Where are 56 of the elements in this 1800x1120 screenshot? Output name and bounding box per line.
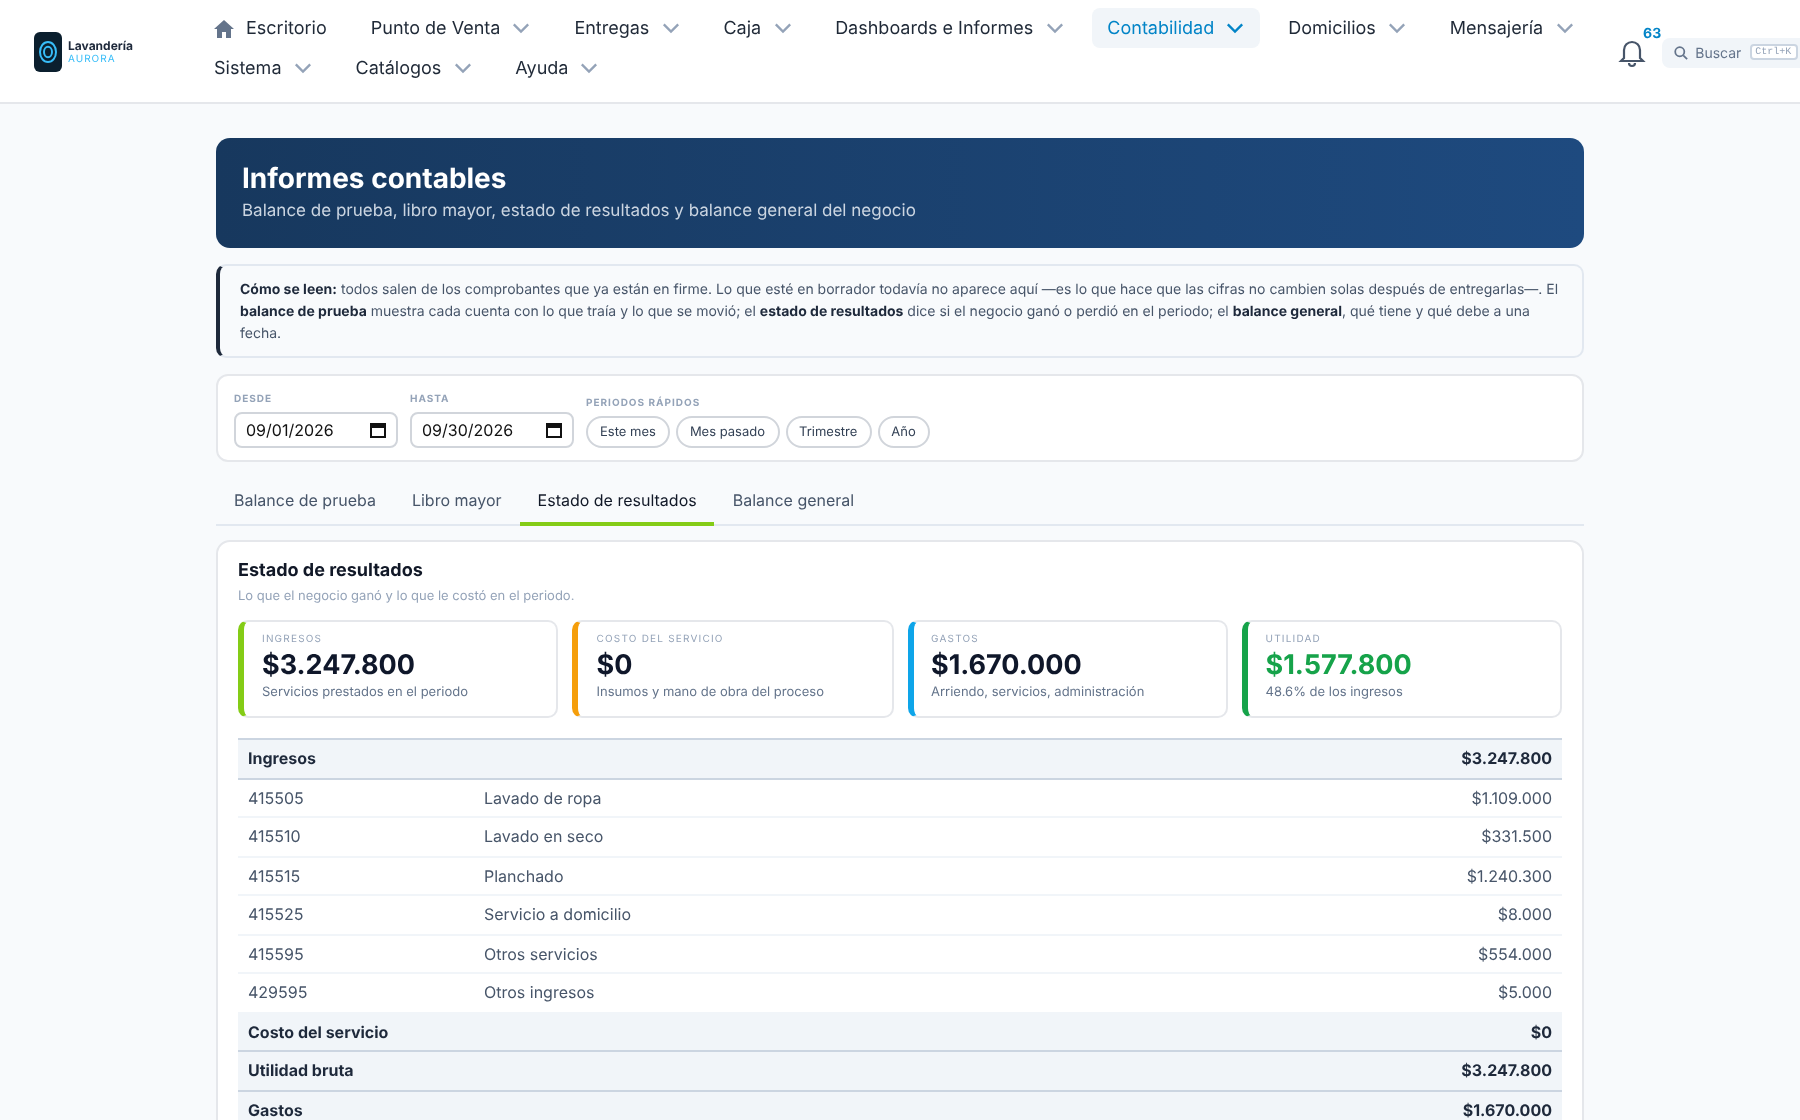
account-name: Otros servicios <box>474 934 1129 973</box>
section-label: Utilidad bruta <box>238 1051 1129 1090</box>
account-code: 415505 <box>238 778 474 817</box>
report-tab[interactable]: Balance de prueba <box>216 478 394 526</box>
calendar-icon[interactable] <box>546 422 562 438</box>
section-total: $3.247.800 <box>1128 739 1562 778</box>
nav-menu-item[interactable]: Caja <box>723 8 792 48</box>
page-subtitle: Balance de prueba, libro mayor, estado de resultados y balance general del negocio <box>242 202 918 222</box>
account-code: 415515 <box>238 856 474 895</box>
account-code: 429595 <box>238 973 474 1012</box>
nav-menu-item[interactable]: Escritorio <box>214 8 327 48</box>
page-title: Informes contables <box>242 162 509 196</box>
nav-menu-item[interactable]: Dashboards e Informes <box>835 8 1064 48</box>
nav-menu-item[interactable]: Domicilios <box>1288 8 1406 48</box>
calendar-icon[interactable] <box>370 422 386 438</box>
nav-menu-item[interactable]: Ayuda <box>515 48 599 88</box>
account-code: 415525 <box>238 895 474 934</box>
search-icon <box>1673 45 1688 59</box>
account-code: 415510 <box>238 817 474 856</box>
report-tab[interactable]: Estado de resultados <box>519 478 715 526</box>
account-name: Lavado en seco <box>474 817 1129 856</box>
account-amount: $8.000 <box>1128 895 1562 934</box>
card-value: $1.577.800 <box>1265 650 1414 682</box>
nav-menu-item[interactable]: Mensajería <box>1449 8 1574 48</box>
date-field[interactable]: 09/30/2026 <box>410 412 574 448</box>
account-amount: $1.240.300 <box>1128 856 1562 895</box>
card-value: $1.670.000 <box>931 650 1084 682</box>
card-value: $0 <box>596 650 635 682</box>
nav-menu-item[interactable]: Catálogos <box>355 48 472 88</box>
account-name: Lavado de ropa <box>474 778 1129 817</box>
account-amount: $1.109.000 <box>1128 778 1562 817</box>
account-name: Planchado <box>474 856 1129 895</box>
nav-menu-item[interactable]: Sistema <box>214 48 312 88</box>
section-total: $3.247.800 <box>1128 1051 1562 1090</box>
report-tab[interactable]: Balance general <box>714 478 873 526</box>
report-title: Estado de resultados <box>238 560 425 582</box>
account-name: Otros ingresos <box>474 973 1129 1012</box>
section-label: Gastos <box>238 1090 1129 1120</box>
account-name: Servicio a domicilio <box>474 895 1129 934</box>
account-code: 415595 <box>238 934 474 973</box>
report-tab[interactable]: Libro mayor <box>393 478 520 526</box>
section-total: $1.670.000 <box>1128 1090 1562 1120</box>
section-total: $0 <box>1128 1012 1562 1051</box>
nav-menu-item[interactable]: Entregas <box>574 8 680 48</box>
notification-bell-icon[interactable] <box>1617 36 1646 68</box>
nav-menu-item[interactable]: Punto de Venta <box>370 8 531 48</box>
section-label: Costo del servicio <box>238 1012 1129 1051</box>
account-amount: $554.000 <box>1128 934 1562 973</box>
account-amount: $5.000 <box>1128 973 1562 1012</box>
home-icon <box>214 19 234 37</box>
section-label: Ingresos <box>238 739 1129 778</box>
date-field[interactable]: 09/01/2026 <box>234 412 398 448</box>
account-amount: $331.500 <box>1128 817 1562 856</box>
nav-menu-item[interactable]: Contabilidad <box>1091 8 1261 48</box>
logo-icon <box>34 32 62 72</box>
card-value: $3.247.800 <box>262 650 417 682</box>
